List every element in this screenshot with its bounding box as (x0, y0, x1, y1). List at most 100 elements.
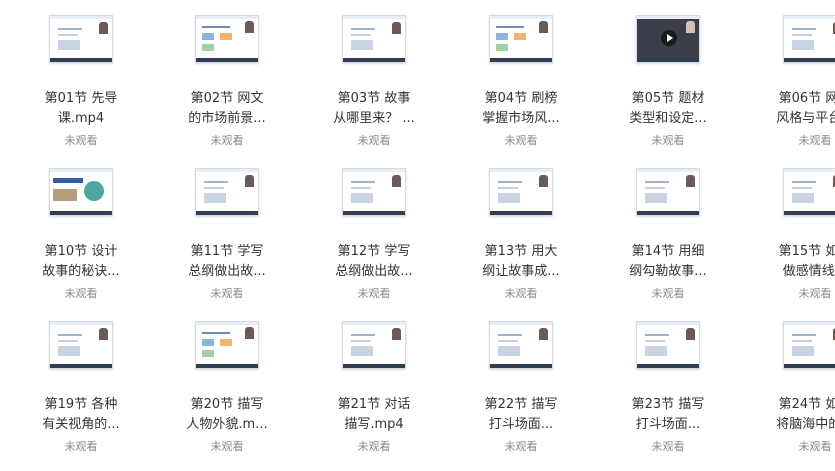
file-name-line-1: 第06节 网文 (778, 91, 835, 106)
video-file-name[interactable]: 第11节 学写 总纲做出故... (157, 242, 297, 282)
video-file-name[interactable]: 第10节 设计 故事的秘诀... (11, 242, 151, 282)
video-thumbnail[interactable] (304, 15, 444, 63)
file-name-line-1: 第22节 描写 (484, 397, 558, 412)
video-file-name[interactable]: 第13节 用大 纲让故事成... (451, 242, 591, 282)
file-name-line-1: 第14节 用细 (631, 244, 705, 259)
file-name-line-1: 第21节 对话 (337, 397, 411, 412)
video-file-tile[interactable]: 第20节 描写 人物外貌.m... 未观看 (157, 321, 297, 471)
video-thumbnail[interactable] (451, 15, 591, 63)
video-thumbnail[interactable] (11, 321, 151, 369)
file-name-line-2: 将脑海中的... (776, 417, 835, 432)
file-name-line-1: 第24节 如何 (778, 397, 835, 412)
video-thumbnail[interactable] (451, 321, 591, 369)
video-file-tile[interactable]: 第06节 网文风格与平台... 未观看 (745, 15, 835, 165)
video-file-tile[interactable]: 第12节 学写 总纲做出故... 未观看 (304, 168, 444, 318)
watch-status-label: 未观看 (210, 287, 244, 300)
video-file-name[interactable]: 第04节 刷榜 掌握市场风... (451, 89, 591, 129)
thumbnail-slide-image (49, 321, 113, 369)
video-file-name[interactable]: 第14节 用细 纲勾勒故事... (598, 242, 738, 282)
file-name-line-2: 的市场前景... (188, 111, 266, 126)
video-thumbnail[interactable] (745, 321, 835, 369)
thumbnail-slide-image (489, 321, 553, 369)
thumbnail-slide-image (342, 321, 406, 369)
video-thumbnail[interactable] (157, 15, 297, 63)
video-file-name[interactable]: 第02节 网文 的市场前景... (157, 89, 297, 129)
video-file-name[interactable]: 第19节 各种 有关视角的... (11, 395, 151, 435)
watch-status-label: 未观看 (64, 440, 98, 453)
watch-status-label: 未观看 (798, 134, 832, 147)
video-file-name[interactable]: 第23节 描写 打斗场面... (598, 395, 738, 435)
video-thumbnail[interactable] (157, 321, 297, 369)
video-file-tile[interactable]: 第01节 先导 课.mp4 未观看 (11, 15, 151, 165)
file-name-line-2: 类型和设定... (629, 111, 707, 126)
video-file-name[interactable]: 第21节 对话 描写.mp4 (304, 395, 444, 435)
thumbnail-slide-image (195, 168, 259, 216)
video-file-tile[interactable]: 第14节 用细 纲勾勒故事... 未观看 (598, 168, 738, 318)
video-file-name[interactable]: 第05节 题材 类型和设定... (598, 89, 738, 129)
video-thumbnail[interactable] (304, 168, 444, 216)
file-name-line-2: 课.mp4 (57, 111, 105, 126)
file-name-line-1: 第05节 题材 (631, 91, 705, 106)
file-name-line-2: 描写.mp4 (344, 417, 404, 432)
video-file-name[interactable]: 第06节 网文风格与平台... (745, 89, 835, 129)
video-file-tile[interactable]: 第11节 学写 总纲做出故... 未观看 (157, 168, 297, 318)
thumbnail-slide-image (783, 15, 835, 63)
watch-status-label: 未观看 (651, 287, 685, 300)
video-thumbnail[interactable] (598, 15, 738, 63)
video-thumbnail[interactable] (11, 168, 151, 216)
video-file-name[interactable]: 第03节 故事 从哪里来？ ... (304, 89, 444, 129)
video-thumbnail[interactable] (11, 15, 151, 63)
video-file-tile[interactable]: 第15节 如何做感情线... 未观看 (745, 168, 835, 318)
watch-status-label: 未观看 (64, 134, 98, 147)
video-thumbnail[interactable] (451, 168, 591, 216)
thumbnail-slide-image (342, 15, 406, 63)
video-thumbnail[interactable] (598, 321, 738, 369)
watch-status-label: 未观看 (504, 287, 538, 300)
video-file-name[interactable]: 第22节 描写 打斗场面... (451, 395, 591, 435)
watch-status-label: 未观看 (357, 134, 391, 147)
video-file-tile[interactable]: 第05节 题材 类型和设定... 未观看 (598, 15, 738, 165)
video-file-tile[interactable]: 第04节 刷榜 掌握市场风... 未观看 (451, 15, 591, 165)
video-file-name[interactable]: 第15节 如何做感情线... (745, 242, 835, 282)
video-file-tile[interactable]: 第19节 各种 有关视角的... 未观看 (11, 321, 151, 471)
file-name-line-1: 第20节 描写 (190, 397, 264, 412)
video-file-name[interactable]: 第01节 先导 课.mp4 (11, 89, 151, 129)
video-file-name[interactable]: 第12节 学写 总纲做出故... (304, 242, 444, 282)
file-name-line-2: 打斗场面... (635, 417, 701, 432)
watch-status-label: 未观看 (504, 440, 538, 453)
watch-status-label: 未观看 (357, 440, 391, 453)
video-file-tile[interactable]: 第24节 如何将脑海中的... 未观看 (745, 321, 835, 471)
video-file-tile[interactable]: 第21节 对话 描写.mp4 未观看 (304, 321, 444, 471)
thumbnail-slide-image (636, 15, 700, 63)
video-file-tile[interactable]: 第23节 描写 打斗场面... 未观看 (598, 321, 738, 471)
video-thumbnail[interactable] (745, 168, 835, 216)
video-thumbnail[interactable] (304, 321, 444, 369)
watch-status-label: 未观看 (64, 287, 98, 300)
file-name-line-2: 总纲做出故... (188, 264, 266, 279)
thumbnail-slide-image (636, 168, 700, 216)
file-name-line-1: 第01节 先导 (44, 91, 118, 106)
video-file-tile[interactable]: 第10节 设计 故事的秘诀... 未观看 (11, 168, 151, 318)
file-name-line-2: 人物外貌.m... (186, 417, 268, 432)
video-file-tile[interactable]: 第03节 故事 从哪里来？ ... 未观看 (304, 15, 444, 165)
watch-status-label: 未观看 (210, 440, 244, 453)
file-name-line-2: 有关视角的... (42, 417, 120, 432)
file-name-line-1: 第03节 故事 (337, 91, 411, 106)
video-file-tile[interactable]: 第02节 网文 的市场前景... 未观看 (157, 15, 297, 165)
file-name-line-2: 故事的秘诀... (42, 264, 120, 279)
video-file-name[interactable]: 第24节 如何将脑海中的... (745, 395, 835, 435)
video-thumbnail[interactable] (157, 168, 297, 216)
watch-status-label: 未观看 (651, 134, 685, 147)
thumbnail-slide-image (489, 168, 553, 216)
thumbnail-slide-image (783, 168, 835, 216)
file-name-line-2: 风格与平台... (776, 111, 835, 126)
video-file-tile[interactable]: 第13节 用大 纲让故事成... 未观看 (451, 168, 591, 318)
thumbnail-slide-image (49, 15, 113, 63)
watch-status-label: 未观看 (798, 287, 832, 300)
video-file-tile[interactable]: 第22节 描写 打斗场面... 未观看 (451, 321, 591, 471)
file-name-line-2: 纲勾勒故事... (629, 264, 707, 279)
video-thumbnail[interactable] (745, 15, 835, 63)
video-file-name[interactable]: 第20节 描写 人物外貌.m... (157, 395, 297, 435)
play-icon[interactable] (661, 30, 677, 46)
video-thumbnail[interactable] (598, 168, 738, 216)
